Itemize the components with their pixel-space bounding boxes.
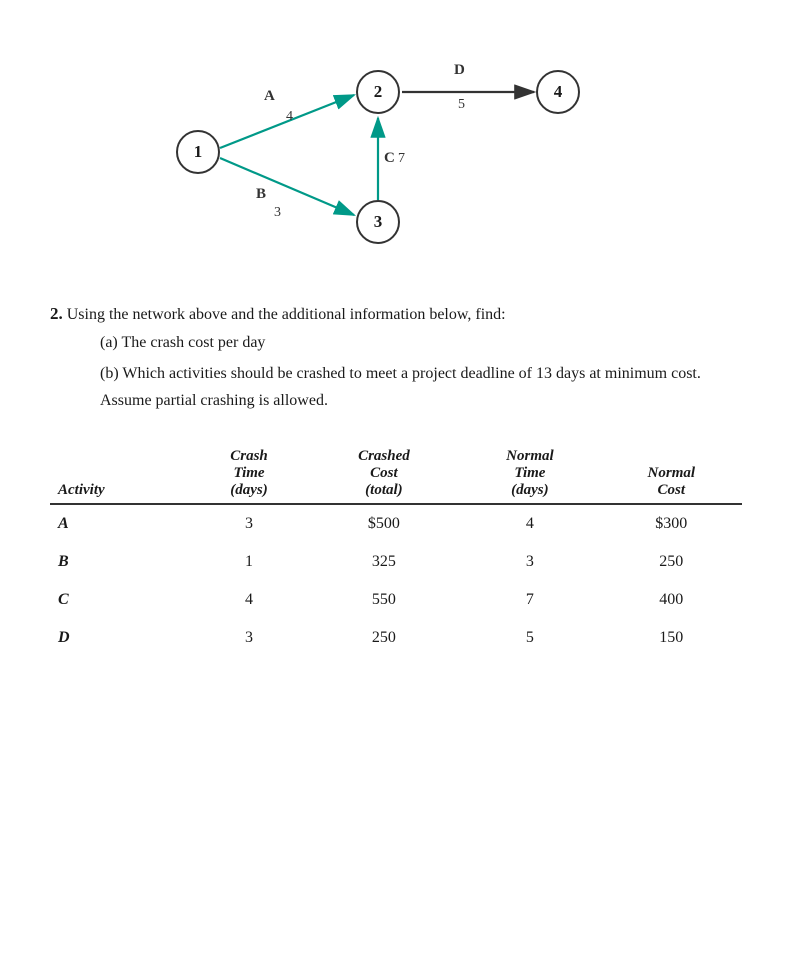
svg-text:B: B bbox=[256, 186, 266, 202]
activity-table: Activity Crash Time (days) Crashed Cost … bbox=[50, 444, 742, 657]
part-a-text: The crash cost per day bbox=[121, 334, 265, 351]
col-header-normal-cost: Normal Cost bbox=[601, 444, 742, 504]
table-body: A 3 $500 4 $300 B 1 325 3 250 C 4 550 7 … bbox=[50, 504, 742, 657]
col-header-activity: Activity bbox=[50, 444, 189, 504]
part-b-text: Which activities should be crashed to me… bbox=[100, 365, 701, 409]
cell-normal-cost-c: 400 bbox=[601, 581, 742, 619]
svg-text:7: 7 bbox=[398, 151, 405, 166]
cell-activity-c: C bbox=[50, 581, 189, 619]
col-header-normal-time: Normal Time (days) bbox=[459, 444, 600, 504]
cell-crash-time-c: 4 bbox=[189, 581, 308, 619]
table-row: C 4 550 7 400 bbox=[50, 581, 742, 619]
part-a: (a) The crash cost per day bbox=[100, 329, 742, 356]
table-row: A 3 $500 4 $300 bbox=[50, 504, 742, 543]
cell-normal-time-c: 7 bbox=[459, 581, 600, 619]
svg-text:C: C bbox=[384, 150, 395, 166]
table-row: D 3 250 5 150 bbox=[50, 619, 742, 657]
question-number: 2. bbox=[50, 304, 63, 323]
col-header-crash-time: Crash Time (days) bbox=[189, 444, 308, 504]
cell-crash-time-b: 1 bbox=[189, 543, 308, 581]
node-4: 4 bbox=[536, 70, 580, 114]
network-diagram: A 4 B 3 C 7 D 5 1 2 3 4 bbox=[146, 30, 646, 270]
cell-activity-d: D bbox=[50, 619, 189, 657]
svg-text:5: 5 bbox=[458, 97, 465, 112]
svg-text:A: A bbox=[264, 88, 275, 104]
question-intro: Using the network above and the addition… bbox=[67, 306, 506, 323]
part-b-label: (b) bbox=[100, 365, 119, 382]
node-2: 2 bbox=[356, 70, 400, 114]
cell-crashed-cost-b: 325 bbox=[309, 543, 460, 581]
node-3: 3 bbox=[356, 200, 400, 244]
node-1: 1 bbox=[176, 130, 220, 174]
cell-normal-time-d: 5 bbox=[459, 619, 600, 657]
cell-activity-a: A bbox=[50, 504, 189, 543]
cell-normal-time-b: 3 bbox=[459, 543, 600, 581]
cell-crash-time-a: 3 bbox=[189, 504, 308, 543]
cell-crashed-cost-a: $500 bbox=[309, 504, 460, 543]
question-text: (a) The crash cost per day (b) Which act… bbox=[70, 329, 742, 415]
svg-text:3: 3 bbox=[274, 205, 281, 220]
col-header-crashed-cost: Crashed Cost (total) bbox=[309, 444, 460, 504]
cell-normal-cost-b: 250 bbox=[601, 543, 742, 581]
cell-normal-cost-a: $300 bbox=[601, 504, 742, 543]
cell-crashed-cost-d: 250 bbox=[309, 619, 460, 657]
cell-normal-time-a: 4 bbox=[459, 504, 600, 543]
cell-crashed-cost-c: 550 bbox=[309, 581, 460, 619]
part-a-label: (a) bbox=[100, 334, 118, 351]
table-header-row: Activity Crash Time (days) Crashed Cost … bbox=[50, 444, 742, 504]
table-row: B 1 325 3 250 bbox=[50, 543, 742, 581]
question-block: 2. Using the network above and the addit… bbox=[50, 300, 742, 414]
cell-normal-cost-d: 150 bbox=[601, 619, 742, 657]
table-section: Activity Crash Time (days) Crashed Cost … bbox=[50, 444, 742, 657]
cell-activity-b: B bbox=[50, 543, 189, 581]
svg-text:D: D bbox=[454, 62, 465, 78]
part-b: (b) Which activities should be crashed t… bbox=[100, 360, 742, 414]
svg-text:4: 4 bbox=[286, 109, 293, 124]
cell-crash-time-d: 3 bbox=[189, 619, 308, 657]
